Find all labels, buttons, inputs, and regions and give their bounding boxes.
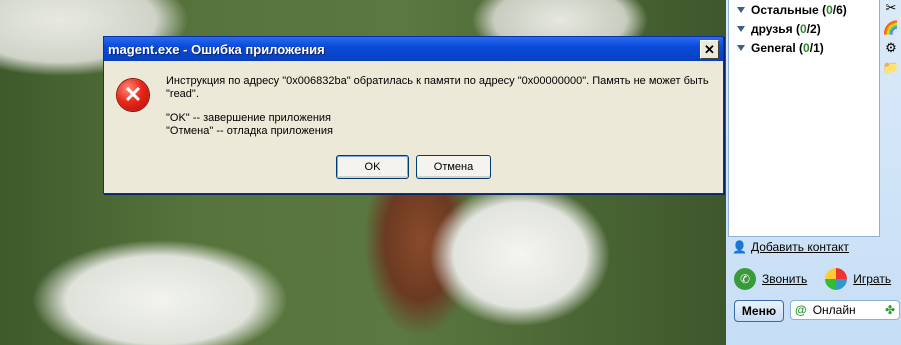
dialog-titlebar[interactable]: magent.exe - Ошибка приложения ✕ [104, 37, 723, 61]
group-count-online: 0 [800, 21, 807, 36]
group-name: General [751, 40, 796, 55]
status-label: Онлайн [812, 303, 856, 317]
messenger-panel: Остальные (0/6) друзья (0/2) General (0/… [726, 0, 901, 345]
message-line-3: "Отмена" -- отладка приложения [166, 125, 333, 137]
games-icon [825, 268, 848, 290]
call-label: Звонить [762, 272, 808, 286]
group-count-online: 0 [826, 2, 833, 17]
expand-triangle-icon[interactable] [737, 44, 745, 51]
expand-triangle-icon[interactable] [737, 25, 745, 32]
folder-icon[interactable]: 📁 [881, 60, 901, 80]
contact-group[interactable]: Остальные (0/6) [729, 0, 879, 19]
group-count-total: /1) [809, 40, 824, 55]
phone-icon: ✆ [734, 268, 756, 290]
tools-icon[interactable]: ✂ [881, 0, 901, 20]
add-contact-icon: 👤 [732, 240, 747, 254]
message-line-1: Инструкция по адресу "0x006832ba" обрати… [166, 75, 709, 100]
contact-list: Остальные (0/6) друзья (0/2) General (0/… [728, 0, 880, 237]
play-label: Играть [853, 272, 892, 286]
rainbow-icon[interactable]: 🌈 [881, 20, 901, 40]
dialog-title: magent.exe - Ошибка приложения [108, 41, 325, 57]
contact-group[interactable]: друзья (0/2) [729, 19, 879, 38]
action-row: ✆ Звонить Играть [734, 268, 891, 290]
add-contact-label: Добавить контакт [750, 240, 849, 254]
group-count-total: /6) [832, 2, 847, 17]
close-button[interactable]: ✕ [700, 39, 719, 59]
call-button[interactable]: ✆ Звонить [734, 268, 807, 290]
clover-icon[interactable]: ✤ [885, 303, 895, 317]
play-button[interactable]: Играть [825, 268, 891, 290]
bottom-bar: Меню @ Онлайн ✤ [734, 300, 900, 322]
online-status-icon: @ [795, 303, 807, 317]
contact-group[interactable]: General (0/1) [729, 38, 879, 57]
close-icon: ✕ [704, 41, 715, 57]
group-name: Остальные [751, 2, 819, 17]
cancel-button[interactable]: Отмена [416, 155, 491, 179]
ok-button[interactable]: OK [336, 155, 409, 179]
error-message: Инструкция по адресу "0x006832ba" обрати… [166, 75, 716, 138]
settings-icon[interactable]: ⚙ [881, 40, 901, 60]
message-line-2: "OK" -- завершение приложения [166, 112, 331, 124]
group-count-online: 0 [803, 40, 810, 55]
error-dialog: magent.exe - Ошибка приложения ✕ ✕ Инстр… [103, 36, 724, 194]
group-name: друзья [751, 21, 793, 36]
error-icon: ✕ [117, 79, 149, 111]
menu-button[interactable]: Меню [734, 300, 784, 322]
group-count-total: /2) [806, 21, 821, 36]
status-selector[interactable]: @ Онлайн ✤ [790, 300, 900, 320]
side-toolbar: ✂ 🌈 ⚙ 📁 [881, 0, 901, 80]
expand-triangle-icon[interactable] [737, 6, 745, 13]
add-contact-button[interactable]: 👤 Добавить контакт [732, 238, 882, 256]
